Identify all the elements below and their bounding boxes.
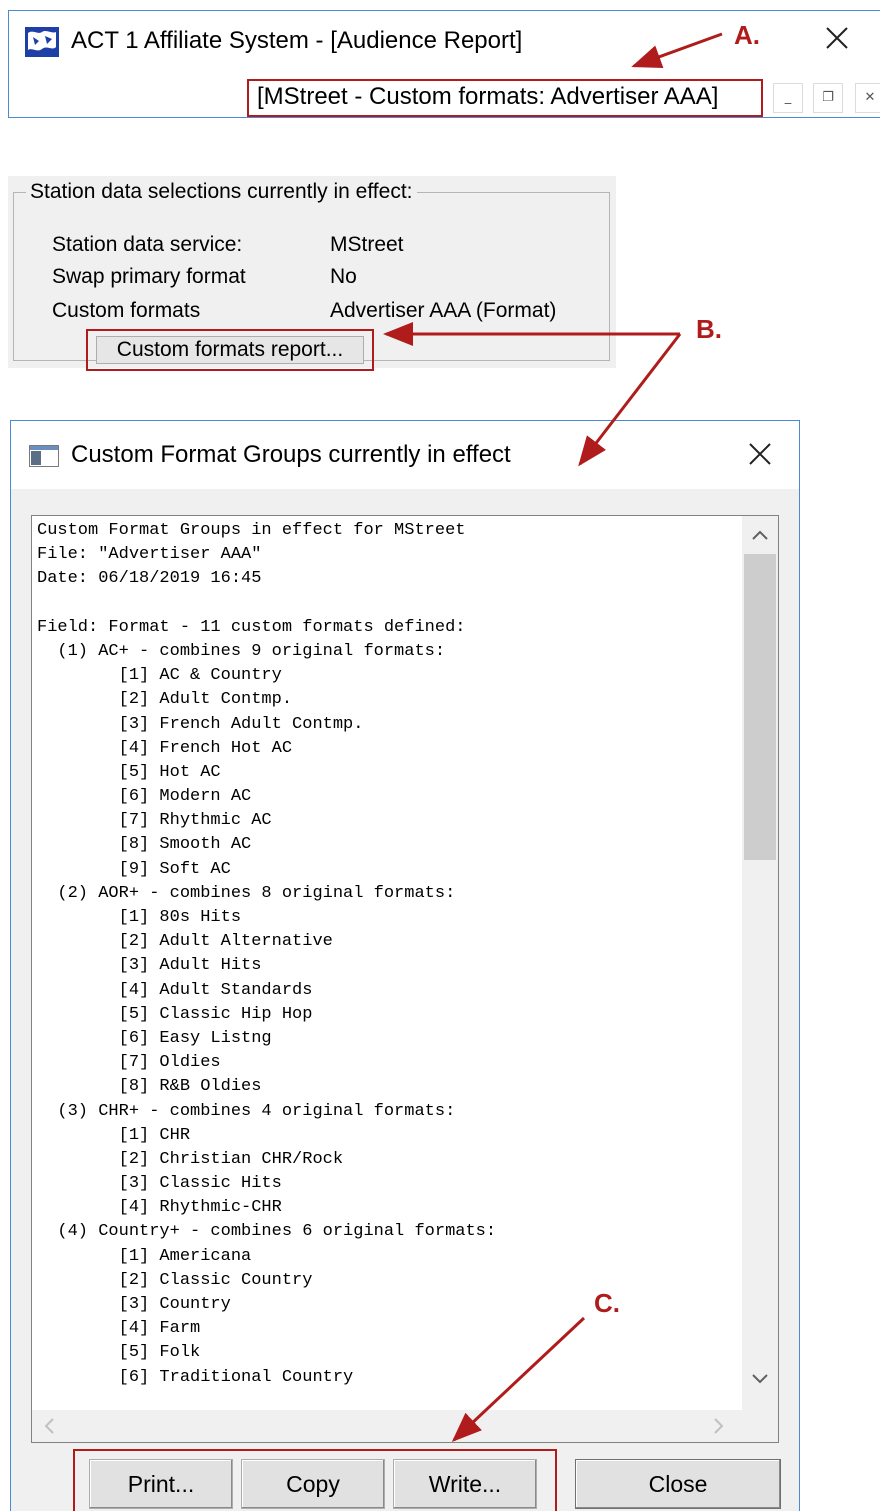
left-arrow-icon[interactable] xyxy=(40,1416,60,1436)
custom-formats-report-button[interactable]: Custom formats report... xyxy=(96,336,364,364)
report-line: [7] Oldies xyxy=(37,1053,221,1073)
app-logo-icon xyxy=(25,27,59,57)
report-line: File: "Advertiser AAA" xyxy=(37,545,262,565)
main-window-titlebar: ACT 1 Affiliate System - [Audience Repor… xyxy=(8,10,880,118)
report-line: [1] Americana xyxy=(37,1246,252,1266)
report-text-area[interactable]: Custom Format Groups in effect for MStre… xyxy=(31,515,779,1443)
vertical-scrollbar[interactable] xyxy=(742,516,778,1410)
report-line: Custom Format Groups in effect for MStre… xyxy=(37,521,466,540)
station-data-panel: Station data service: MStreet Swap prima… xyxy=(8,176,616,371)
report-text: Custom Format Groups in effect for MStre… xyxy=(37,519,737,1399)
report-line: (4) Country+ - combines 6 original forma… xyxy=(37,1222,497,1242)
station-service-value: MStreet xyxy=(330,233,404,256)
custom-format-groups-dialog: Custom Format Groups currently in effect… xyxy=(10,420,800,1511)
report-button-highlight: Custom formats report... xyxy=(86,329,374,371)
minimize-button[interactable]: _ xyxy=(773,83,803,113)
annotation-label-b: B. xyxy=(696,314,722,344)
report-line: [3] Classic Hits xyxy=(37,1174,282,1194)
report-line: [1] CHR xyxy=(37,1125,191,1145)
report-line: [9] Soft AC xyxy=(37,859,231,879)
mdi-child-title: [MStreet - Custom formats: Advertiser AA… xyxy=(247,79,763,117)
report-line: [7] Rhythmic AC xyxy=(37,811,272,831)
report-line: [3] Country xyxy=(37,1295,231,1314)
print-button[interactable]: Print... xyxy=(89,1459,233,1509)
report-line: [1] 80s Hits xyxy=(37,908,242,927)
custom-formats-label: Custom formats xyxy=(52,299,201,322)
report-line: [2] Classic Country xyxy=(37,1270,313,1290)
write-button[interactable]: Write... xyxy=(393,1459,537,1509)
close-icon[interactable] xyxy=(824,25,850,51)
report-line: [8] Smooth AC xyxy=(37,835,252,855)
station-data-group: Station data service: MStreet Swap prima… xyxy=(13,192,610,371)
right-arrow-icon[interactable] xyxy=(708,1416,728,1436)
report-line: [5] Folk xyxy=(37,1343,201,1363)
dialog-titlebar: Custom Format Groups currently in effect xyxy=(11,421,799,489)
report-line: [6] Easy Listng xyxy=(37,1028,272,1048)
swap-primary-format-label: Swap primary format xyxy=(52,265,246,288)
horizontal-scrollbar[interactable] xyxy=(32,1410,778,1442)
scroll-thumb[interactable] xyxy=(744,554,776,860)
report-line: [6] Modern AC xyxy=(37,787,252,807)
report-line: (1) AC+ - combines 9 original formats: xyxy=(37,641,446,661)
copy-button[interactable]: Copy xyxy=(241,1459,385,1509)
report-line: Date: 06/18/2019 16:45 xyxy=(37,569,262,589)
report-line: [2] Christian CHR/Rock xyxy=(37,1149,344,1169)
report-line: [3] Adult Hits xyxy=(37,956,262,976)
dialog-title: Custom Format Groups currently in effect xyxy=(71,441,511,468)
up-arrow-icon[interactable] xyxy=(748,524,772,548)
report-line xyxy=(37,592,737,616)
report-line: [3] French Adult Contmp. xyxy=(37,714,364,734)
mdi-close-button[interactable]: ✕ xyxy=(855,83,880,113)
custom-formats-value: Advertiser AAA (Format) xyxy=(330,299,557,322)
report-line: [5] Classic Hip Hop xyxy=(37,1004,313,1024)
app-title: ACT 1 Affiliate System - [Audience Repor… xyxy=(71,27,523,54)
window-icon xyxy=(29,445,59,467)
report-line: [4] Farm xyxy=(37,1319,201,1339)
report-line: [4] Adult Standards xyxy=(37,980,313,1000)
close-button[interactable]: Close xyxy=(575,1459,781,1509)
report-line: (2) AOR+ - combines 8 original formats: xyxy=(37,883,456,903)
station-data-legend: Station data selections currently in eff… xyxy=(26,180,417,204)
report-line: [2] Adult Contmp. xyxy=(37,690,293,710)
down-arrow-icon[interactable] xyxy=(748,1366,772,1390)
report-line: [1] AC & Country xyxy=(37,666,282,686)
close-icon[interactable] xyxy=(747,441,773,467)
report-line: [2] Adult Alternative xyxy=(37,932,333,952)
report-line: [4] French Hot AC xyxy=(37,738,293,758)
swap-primary-format-value: No xyxy=(330,265,357,288)
report-line: [5] Hot AC xyxy=(37,762,221,782)
restore-button[interactable]: ❐ xyxy=(813,83,843,113)
report-line: [8] R&B Oldies xyxy=(37,1077,262,1097)
report-line: Field: Format - 11 custom formats define… xyxy=(37,617,466,637)
station-service-label: Station data service: xyxy=(52,233,243,256)
report-line: (3) CHR+ - combines 4 original formats: xyxy=(37,1101,456,1121)
report-line: [6] Traditional Country xyxy=(37,1367,354,1387)
report-line: [4] Rhythmic-CHR xyxy=(37,1198,282,1218)
